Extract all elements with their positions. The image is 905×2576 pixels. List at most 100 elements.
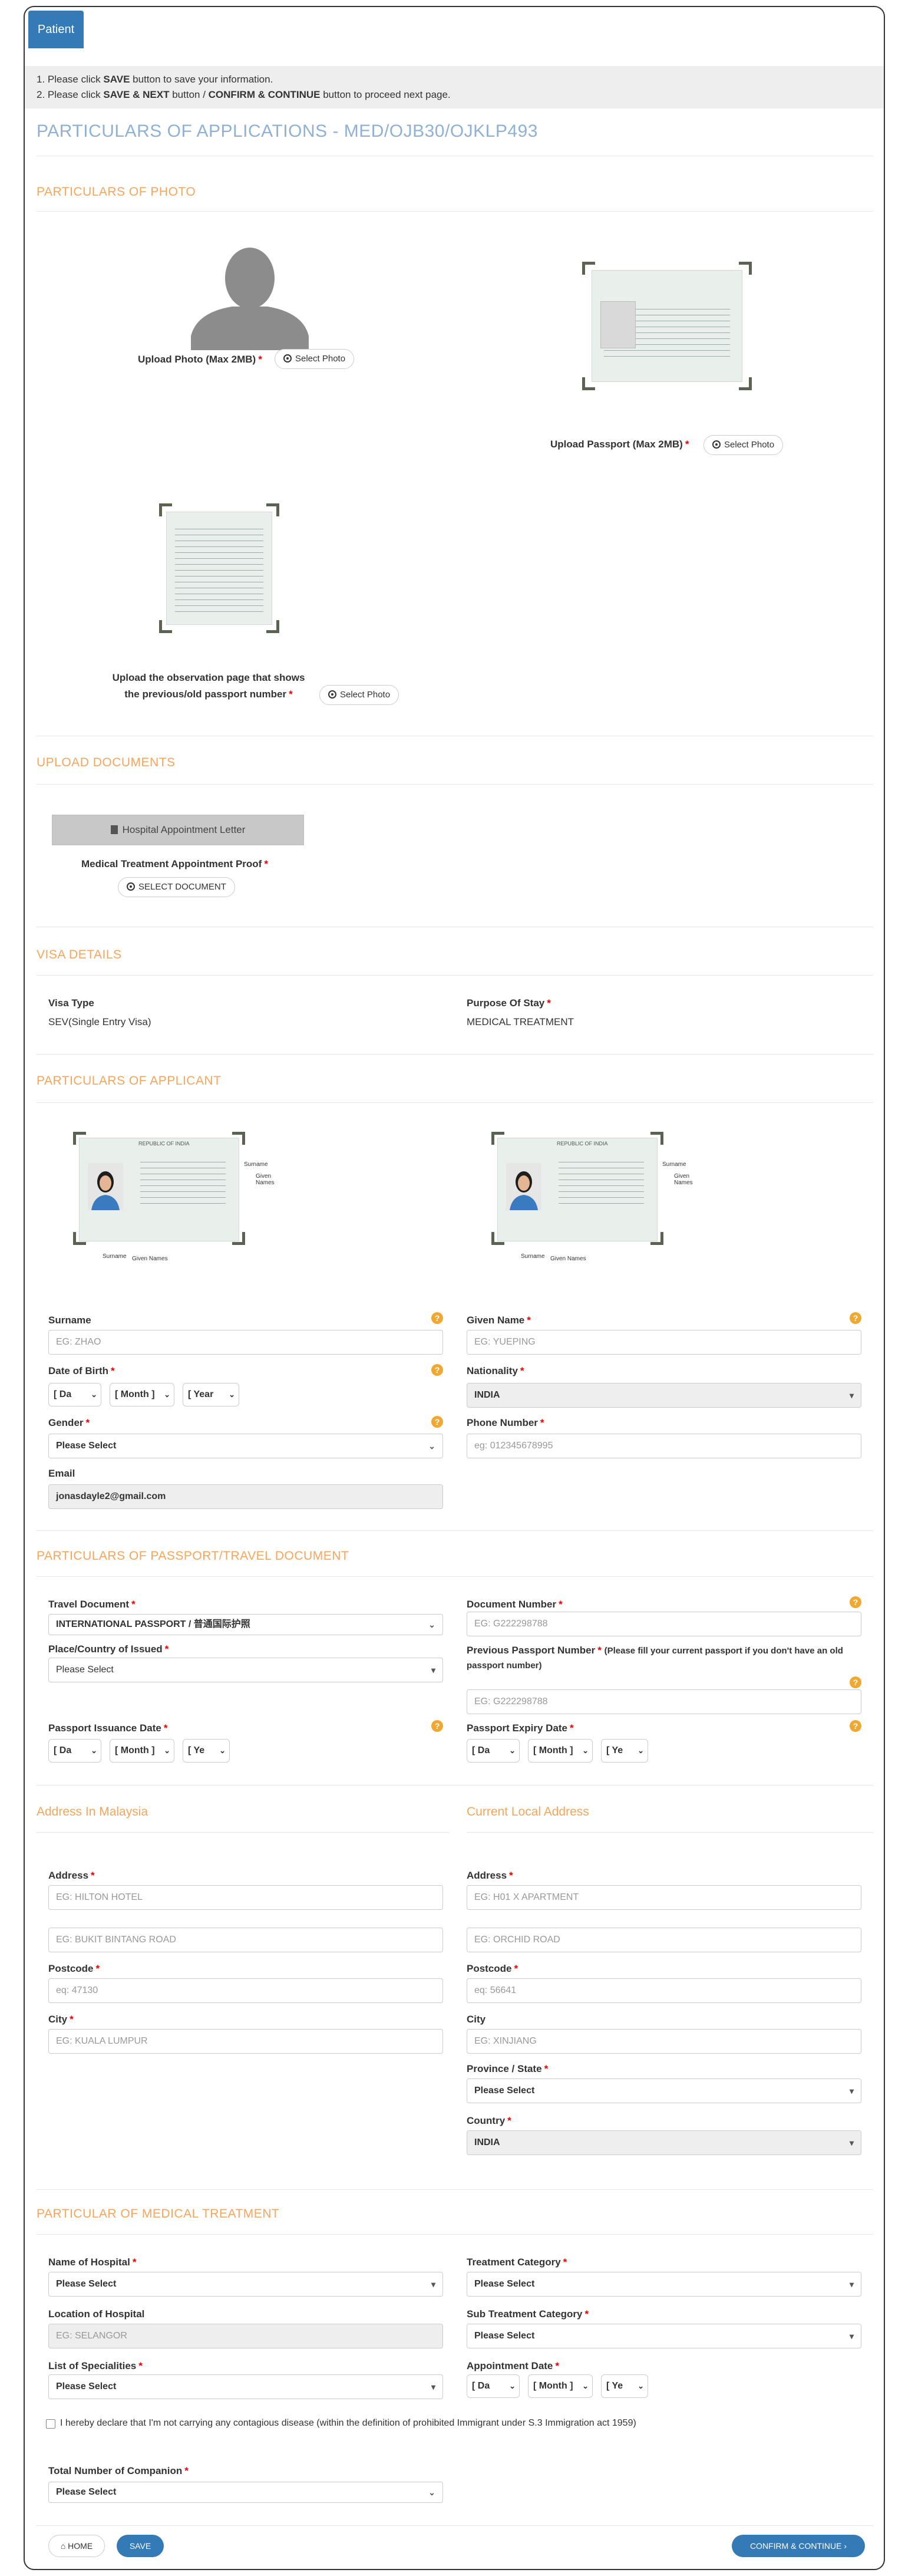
help-icon[interactable]: ?	[431, 1312, 443, 1324]
sub-treatment-select[interactable]: Please Select ▾	[467, 2324, 861, 2348]
surname-callout-bottom: Surname	[103, 1253, 127, 1260]
divider	[37, 211, 873, 212]
postcode-local-input[interactable]: eq: 56641	[467, 1978, 861, 2003]
dob-label: Date of Birth *	[48, 1365, 115, 1376]
specialities-label: List of Specialities *	[48, 2360, 143, 2371]
divider	[467, 1832, 873, 1833]
travel-document-select[interactable]: INTERNATIONAL PASSPORT / 普通国际护照 ⌄	[48, 1614, 443, 1635]
sub-treatment-label: Sub Treatment Category *	[467, 2308, 589, 2320]
given-name-input[interactable]: EG: YUEPING	[467, 1330, 861, 1355]
confirm-continue-button[interactable]: CONFIRM & CONTINUE ›	[732, 2535, 865, 2557]
help-icon[interactable]: ?	[850, 1596, 861, 1608]
treatment-category-select[interactable]: Please Select ▾	[467, 2272, 861, 2297]
help-icon[interactable]: ?	[850, 1720, 861, 1732]
surname-callout: Surname	[662, 1161, 686, 1168]
gender-select[interactable]: Please Select ⌄	[48, 1434, 443, 1458]
postcode-my-input[interactable]: eq: 47130	[48, 1978, 443, 2003]
country-select[interactable]: INDIA ▾	[467, 2130, 861, 2155]
hospital-select[interactable]: Please Select ▾	[48, 2272, 443, 2297]
address-local-line1-input[interactable]: EG: H01 X APARTMENT	[467, 1885, 861, 1910]
email-field[interactable]: jonasdayle2@gmail.com	[48, 1484, 443, 1509]
hospital-location-label: Location of Hospital	[48, 2308, 145, 2320]
issue-month-select[interactable]: [ Month ] ⌄	[110, 1739, 174, 1763]
appointment-month-select[interactable]: [ Month ] ⌄	[528, 2374, 593, 2398]
city-my-input[interactable]: EG: KUALA LUMPUR	[48, 2029, 443, 2054]
country-label: Country *	[467, 2115, 511, 2126]
place-of-issue-select[interactable]: Please Select ▾	[48, 1658, 443, 1682]
save-button[interactable]: SAVE	[117, 2535, 164, 2557]
divider	[37, 1832, 449, 1833]
help-icon[interactable]: ?	[431, 1720, 443, 1732]
province-select[interactable]: Please Select ▾	[467, 2078, 861, 2103]
instruction-line-1: 1. Please click SAVE button to save your…	[37, 74, 273, 85]
province-label: Province / State *	[467, 2063, 549, 2074]
select-photo-button[interactable]: Select Photo	[275, 349, 355, 369]
phone-input[interactable]: eg: 012345678995	[467, 1434, 861, 1458]
divider	[37, 2525, 873, 2526]
avatar-placeholder	[191, 242, 309, 350]
appointment-date-label: Appointment Date *	[467, 2360, 560, 2371]
hospital-location-input[interactable]: EG: SELANGOR	[48, 2324, 443, 2348]
divider	[37, 1530, 873, 1531]
hospital-label: Name of Hospital *	[48, 2257, 137, 2268]
tab-patient[interactable]: Patient	[28, 11, 84, 48]
email-label: Email	[48, 1468, 75, 1479]
divider	[37, 975, 873, 976]
observation-page-sample	[159, 503, 279, 633]
travel-document-label: Travel Document *	[48, 1599, 136, 1610]
observation-label: Upload the observation page that shows th…	[112, 672, 305, 700]
postcode-my-label: Postcode *	[48, 1963, 100, 1974]
select-passport-button[interactable]: Select Photo	[703, 435, 784, 455]
companion-select[interactable]: Please Select ⌄	[48, 2482, 443, 2503]
divider	[37, 784, 873, 785]
divider	[37, 2189, 873, 2190]
appointment-day-select[interactable]: [ Da ⌄	[467, 2374, 520, 2398]
issuance-date-label: Passport Issuance Date *	[48, 1722, 168, 1734]
nationality-label: Nationality *	[467, 1365, 524, 1376]
select-document-button[interactable]: SELECT DOCUMENT	[118, 877, 235, 897]
application-form-frame: Patient 1. Please click SAVE button to s…	[24, 6, 885, 2570]
issue-day-select[interactable]: [ Da ⌄	[48, 1739, 101, 1763]
address-my-line1-input[interactable]: EG: HILTON HOTEL	[48, 1885, 443, 1910]
passport-sample-left: REPUBLIC OF INDIA Surname Given Names Su…	[73, 1132, 279, 1273]
select-icon	[328, 690, 336, 699]
portrait-image	[506, 1163, 541, 1210]
dob-month-select[interactable]: [ Month ] ⌄	[110, 1383, 174, 1406]
address-my-line2-input[interactable]: EG: BUKIT BINTANG ROAD	[48, 1928, 443, 1952]
help-icon[interactable]: ?	[850, 1676, 861, 1688]
nationality-select[interactable]: INDIA ▾	[467, 1383, 861, 1408]
republic-label: REPUBLIC OF INDIA	[557, 1141, 608, 1147]
help-icon[interactable]: ?	[431, 1364, 443, 1376]
appointment-year-select[interactable]: [ Ye ⌄	[601, 2374, 648, 2398]
document-number-input[interactable]: EG: G222298788	[467, 1612, 861, 1636]
surname-input[interactable]: EG: ZHAO	[48, 1330, 443, 1355]
city-local-input[interactable]: EG: XINJIANG	[467, 2029, 861, 2054]
expiry-month-select[interactable]: [ Month ] ⌄	[528, 1739, 593, 1763]
dob-day-select[interactable]: [ Da ⌄	[48, 1383, 101, 1406]
expiry-day-select[interactable]: [ Da ⌄	[467, 1739, 520, 1763]
treatment-category-label: Treatment Category *	[467, 2257, 567, 2268]
select-observation-button[interactable]: Select Photo	[319, 685, 399, 705]
section-title-visa: VISA DETAILS	[37, 948, 122, 961]
previous-passport-input[interactable]: EG: G222298788	[467, 1689, 861, 1714]
surname-label: Surname	[48, 1315, 91, 1326]
visa-type-label: Visa Type	[48, 997, 94, 1009]
section-title-passport: PARTICULARS OF PASSPORT/TRAVEL DOCUMENT	[37, 1549, 349, 1563]
address-local-line2-input[interactable]: EG: ORCHID ROAD	[467, 1928, 861, 1952]
dob-year-select[interactable]: [ Year ⌄	[183, 1383, 239, 1406]
help-icon[interactable]: ?	[431, 1416, 443, 1428]
home-button[interactable]: ⌂ HOME	[48, 2535, 105, 2557]
divider	[37, 1576, 873, 1577]
hospital-letter-button[interactable]: Hospital Appointment Letter	[52, 815, 304, 845]
place-of-issue-label: Place/Country of Issued *	[48, 1643, 169, 1655]
declaration-checkbox[interactable]	[46, 2419, 55, 2429]
expiry-year-select[interactable]: [ Ye ⌄	[601, 1739, 648, 1763]
section-title-documents: UPLOAD DOCUMENTS	[37, 756, 176, 769]
home-icon: ⌂	[60, 2541, 68, 2551]
portrait-image	[88, 1163, 123, 1210]
upload-photo-label: Upload Photo (Max 2MB) *	[138, 354, 262, 365]
specialities-select[interactable]: Please Select ▾	[48, 2374, 443, 2399]
help-icon[interactable]: ?	[850, 1312, 861, 1324]
issue-year-select[interactable]: [ Ye ⌄	[183, 1739, 230, 1763]
given-callout-bottom: Given Names	[132, 1256, 168, 1262]
